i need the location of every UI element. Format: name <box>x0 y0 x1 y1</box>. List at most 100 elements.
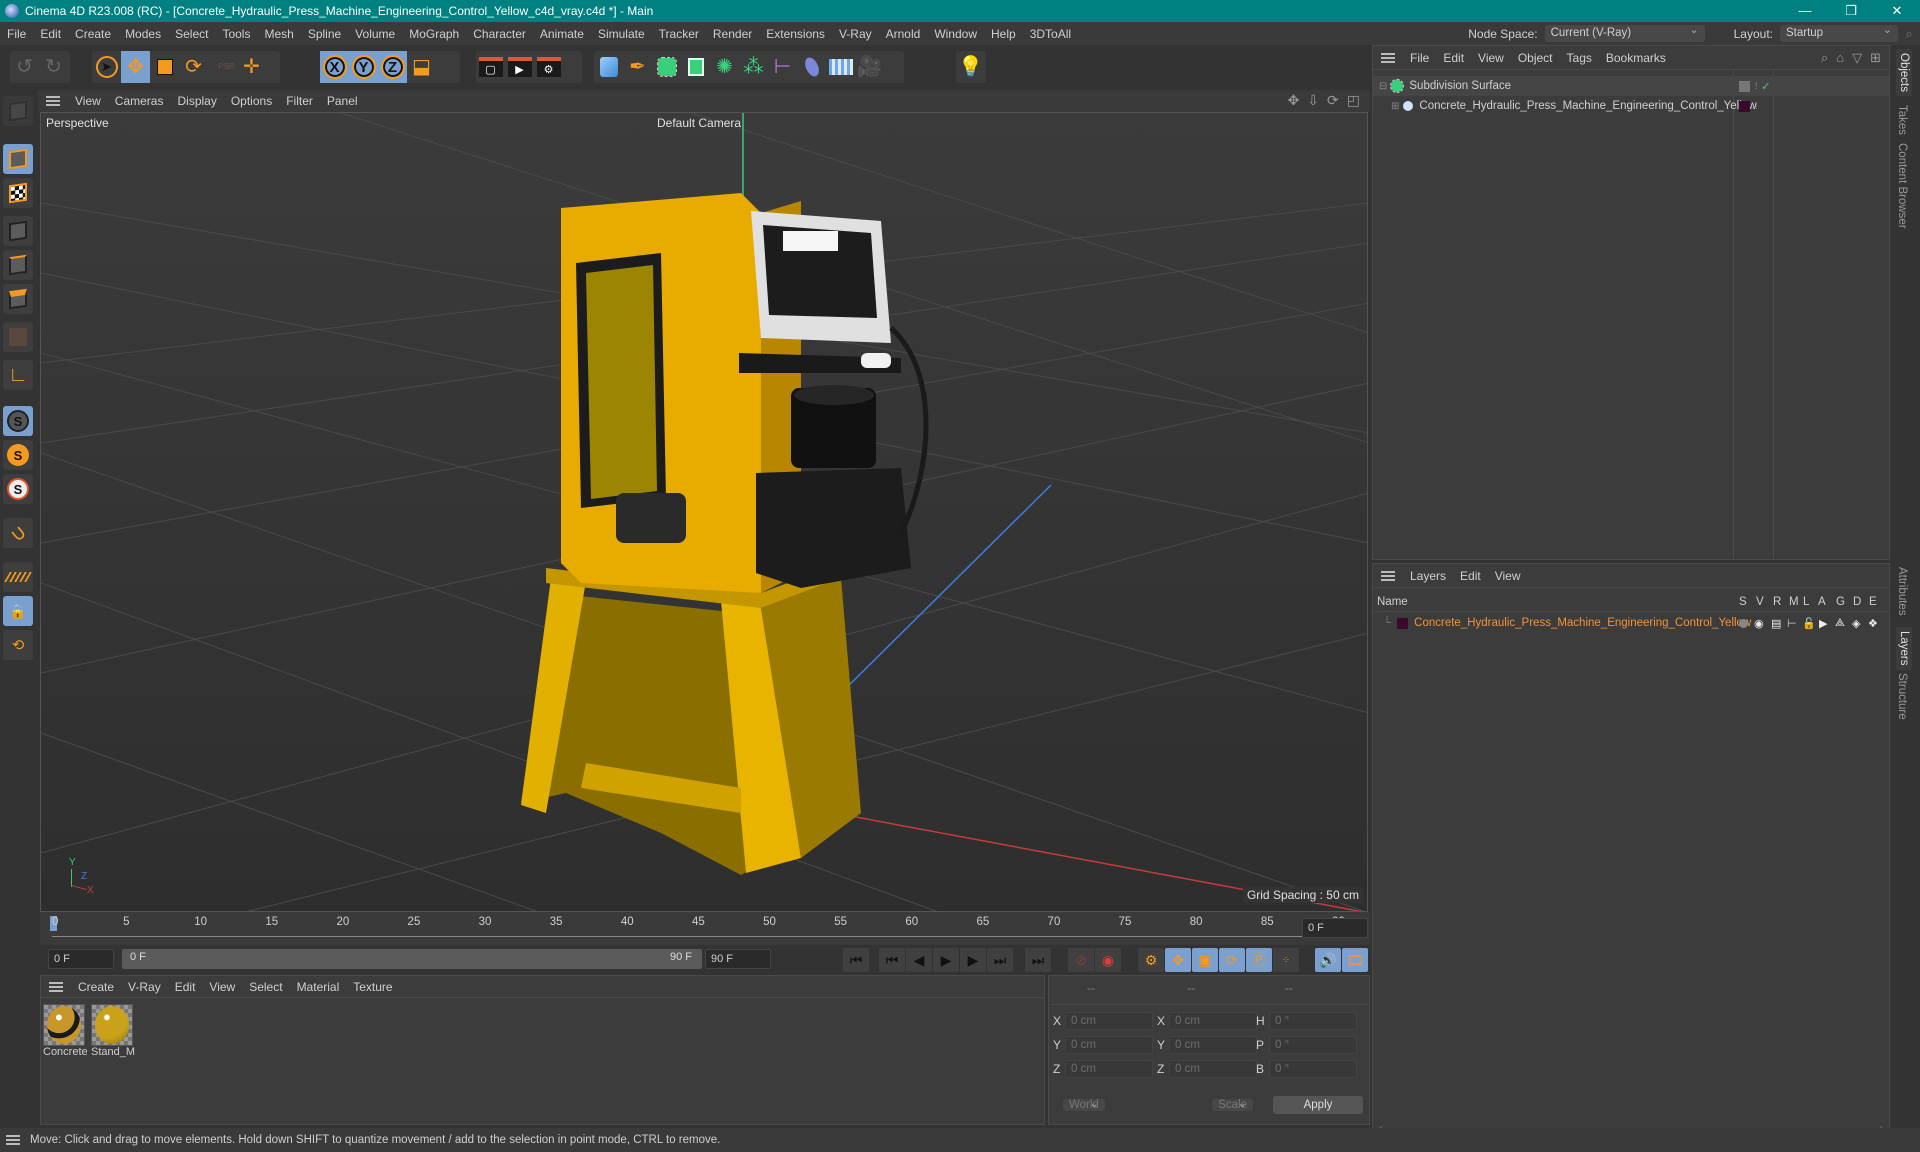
menu-create[interactable]: Create <box>68 27 118 41</box>
column-deformers[interactable]: D <box>1853 596 1861 608</box>
tab-takes[interactable]: Takes <box>1896 105 1908 135</box>
toggle-layout-icon[interactable]: ◰ <box>1347 92 1360 109</box>
start-frame-field[interactable]: 0 F <box>48 949 114 969</box>
viewport-camera-label[interactable]: Default Camera <box>657 116 741 130</box>
lock-workplane-button[interactable]: 🔒 <box>3 596 33 626</box>
viewport-menu-filter[interactable]: Filter <box>279 94 320 108</box>
menu-tracker[interactable]: Tracker <box>652 27 706 41</box>
column-locked[interactable]: L <box>1803 596 1809 608</box>
snap-toggle-button[interactable]: S <box>3 406 33 436</box>
make-editable-button[interactable] <box>3 96 33 126</box>
select-tool-button[interactable]: ➤ <box>92 51 121 83</box>
viewport-menu-display[interactable]: Display <box>170 94 223 108</box>
layer-color-chip[interactable] <box>1739 80 1750 92</box>
magnet-button[interactable]: ∪ <box>3 518 33 548</box>
tab-content-browser[interactable]: Content Browser <box>1896 143 1908 229</box>
psr-button[interactable]: PSR <box>208 51 237 83</box>
material-item[interactable]: Stand_M <box>91 1004 135 1058</box>
expressions-toggle-icon[interactable]: ❖ <box>1868 617 1878 630</box>
material-menu-select[interactable]: Select <box>242 980 289 994</box>
model-mode-button[interactable] <box>3 144 33 174</box>
align-workplane-button[interactable]: ⟲ <box>3 630 33 660</box>
orbit-view-icon[interactable]: ⟳ <box>1327 92 1339 109</box>
subdivision-button[interactable] <box>652 51 681 83</box>
rotate-tool-button[interactable]: ⟳ <box>179 51 208 83</box>
menu-help[interactable]: Help <box>984 27 1023 41</box>
tab-layers[interactable]: Layers <box>1896 627 1912 670</box>
home-icon[interactable]: ⌂ <box>1836 50 1844 66</box>
dolly-view-icon[interactable]: ⇩ <box>1307 92 1319 109</box>
play-button[interactable]: ▶ <box>933 948 959 972</box>
frame-range-slider[interactable]: 0 F 90 F <box>122 949 702 969</box>
points-mode-button[interactable] <box>3 216 33 246</box>
tab-structure[interactable]: Structure <box>1896 673 1908 720</box>
position-field[interactable]: 0 cm <box>1065 1060 1153 1078</box>
layer-menu-icon[interactable] <box>1381 570 1395 581</box>
rotation-field[interactable]: 0 ° <box>1269 1012 1357 1030</box>
edges-mode-button[interactable] <box>3 250 33 280</box>
layer-name[interactable]: Concrete_Hydraulic_Press_Machine_Enginee… <box>1414 617 1751 629</box>
current-frame-field[interactable]: 0 F <box>1302 918 1368 938</box>
object-menu-bookmarks[interactable]: Bookmarks <box>1599 51 1673 65</box>
material-menu-texture[interactable]: Texture <box>346 980 399 994</box>
menu-edit[interactable]: Edit <box>33 27 68 41</box>
lock-toggle-icon[interactable]: 🔓 <box>1802 617 1816 630</box>
previous-frame-button[interactable]: ◀ <box>906 948 932 972</box>
menu-arnold[interactable]: Arnold <box>879 27 928 41</box>
layer-menu-view[interactable]: View <box>1488 569 1528 583</box>
menu-volume[interactable]: Volume <box>348 27 402 41</box>
material-menu-create[interactable]: Create <box>71 980 121 994</box>
texture-mode-button[interactable] <box>3 178 33 208</box>
transform-mode-dropdown[interactable]: Scale <box>1212 1099 1253 1111</box>
cube-button[interactable] <box>594 51 623 83</box>
object-name[interactable]: Concrete_Hydraulic_Press_Machine_Enginee… <box>1419 100 1756 112</box>
pan-view-icon[interactable]: ✥ <box>1288 92 1300 109</box>
key-pla-button[interactable]: ⁘ <box>1273 948 1299 972</box>
new-window-icon[interactable]: ⊞ <box>1870 50 1881 66</box>
expand-icon[interactable]: ⊞ <box>1391 101 1399 112</box>
end-frame-field[interactable]: 90 F <box>705 949 771 969</box>
layer-row[interactable]: └ Concrete_Hydraulic_Press_Machine_Engin… <box>1373 613 1889 633</box>
search-objects-icon[interactable]: ⌕ <box>1821 50 1828 66</box>
enabled-check-icon[interactable]: ✓ <box>1761 79 1771 93</box>
tab-attributes[interactable]: Attributes <box>1896 567 1908 616</box>
tab-objects[interactable]: Objects <box>1896 49 1912 96</box>
undo-button[interactable]: ↺ <box>10 51 39 83</box>
extrude-button[interactable] <box>681 51 710 83</box>
floor-button[interactable] <box>826 51 855 83</box>
menu-tools[interactable]: Tools <box>215 27 257 41</box>
menu-modes[interactable]: Modes <box>118 27 168 41</box>
previous-key-button[interactable]: ⏮ <box>879 948 905 972</box>
object-menu-file[interactable]: File <box>1403 51 1436 65</box>
column-manager[interactable]: M <box>1789 596 1799 608</box>
material-menu-edit[interactable]: Edit <box>168 980 203 994</box>
key-rotation-button[interactable]: ⟳ <box>1219 948 1245 972</box>
material-item[interactable]: Concrete <box>43 1004 87 1058</box>
menu-simulate[interactable]: Simulate <box>591 27 652 41</box>
column-animation[interactable]: A <box>1818 596 1826 608</box>
object-menu-object[interactable]: Object <box>1511 51 1560 65</box>
column-generators[interactable]: G <box>1836 596 1845 608</box>
menu-render[interactable]: Render <box>706 27 759 41</box>
array-button[interactable]: ⁂ <box>739 51 768 83</box>
deformer-button[interactable]: ⊢ <box>768 51 797 83</box>
menu-character[interactable]: Character <box>466 27 533 41</box>
size-field[interactable]: 0 cm <box>1169 1036 1257 1054</box>
coordinate-system-button[interactable]: ⬓ <box>407 51 436 83</box>
snap-settings-button[interactable]: S <box>3 440 33 470</box>
mograph-cloner-button[interactable]: ✺ <box>710 51 739 83</box>
pen-button[interactable]: ✒ <box>623 51 652 83</box>
field-button[interactable] <box>797 51 826 83</box>
polygons-mode-button[interactable] <box>3 284 33 314</box>
render-toggle-icon[interactable]: ▤ <box>1771 617 1781 630</box>
size-field[interactable]: 0 cm <box>1169 1060 1257 1078</box>
material-menu-view[interactable]: View <box>202 980 242 994</box>
minimize-button[interactable]: — <box>1782 0 1828 22</box>
material-menu-vray[interactable]: V-Ray <box>121 980 168 994</box>
layer-menu-layers[interactable]: Layers <box>1403 569 1453 583</box>
generators-toggle-icon[interactable]: ⟁ <box>1835 617 1845 630</box>
column-solo[interactable]: S <box>1739 596 1747 608</box>
layer-color-swatch[interactable] <box>1397 617 1409 629</box>
scale-tool-button[interactable] <box>150 51 179 83</box>
object-name[interactable]: Subdivision Surface <box>1409 80 1511 92</box>
